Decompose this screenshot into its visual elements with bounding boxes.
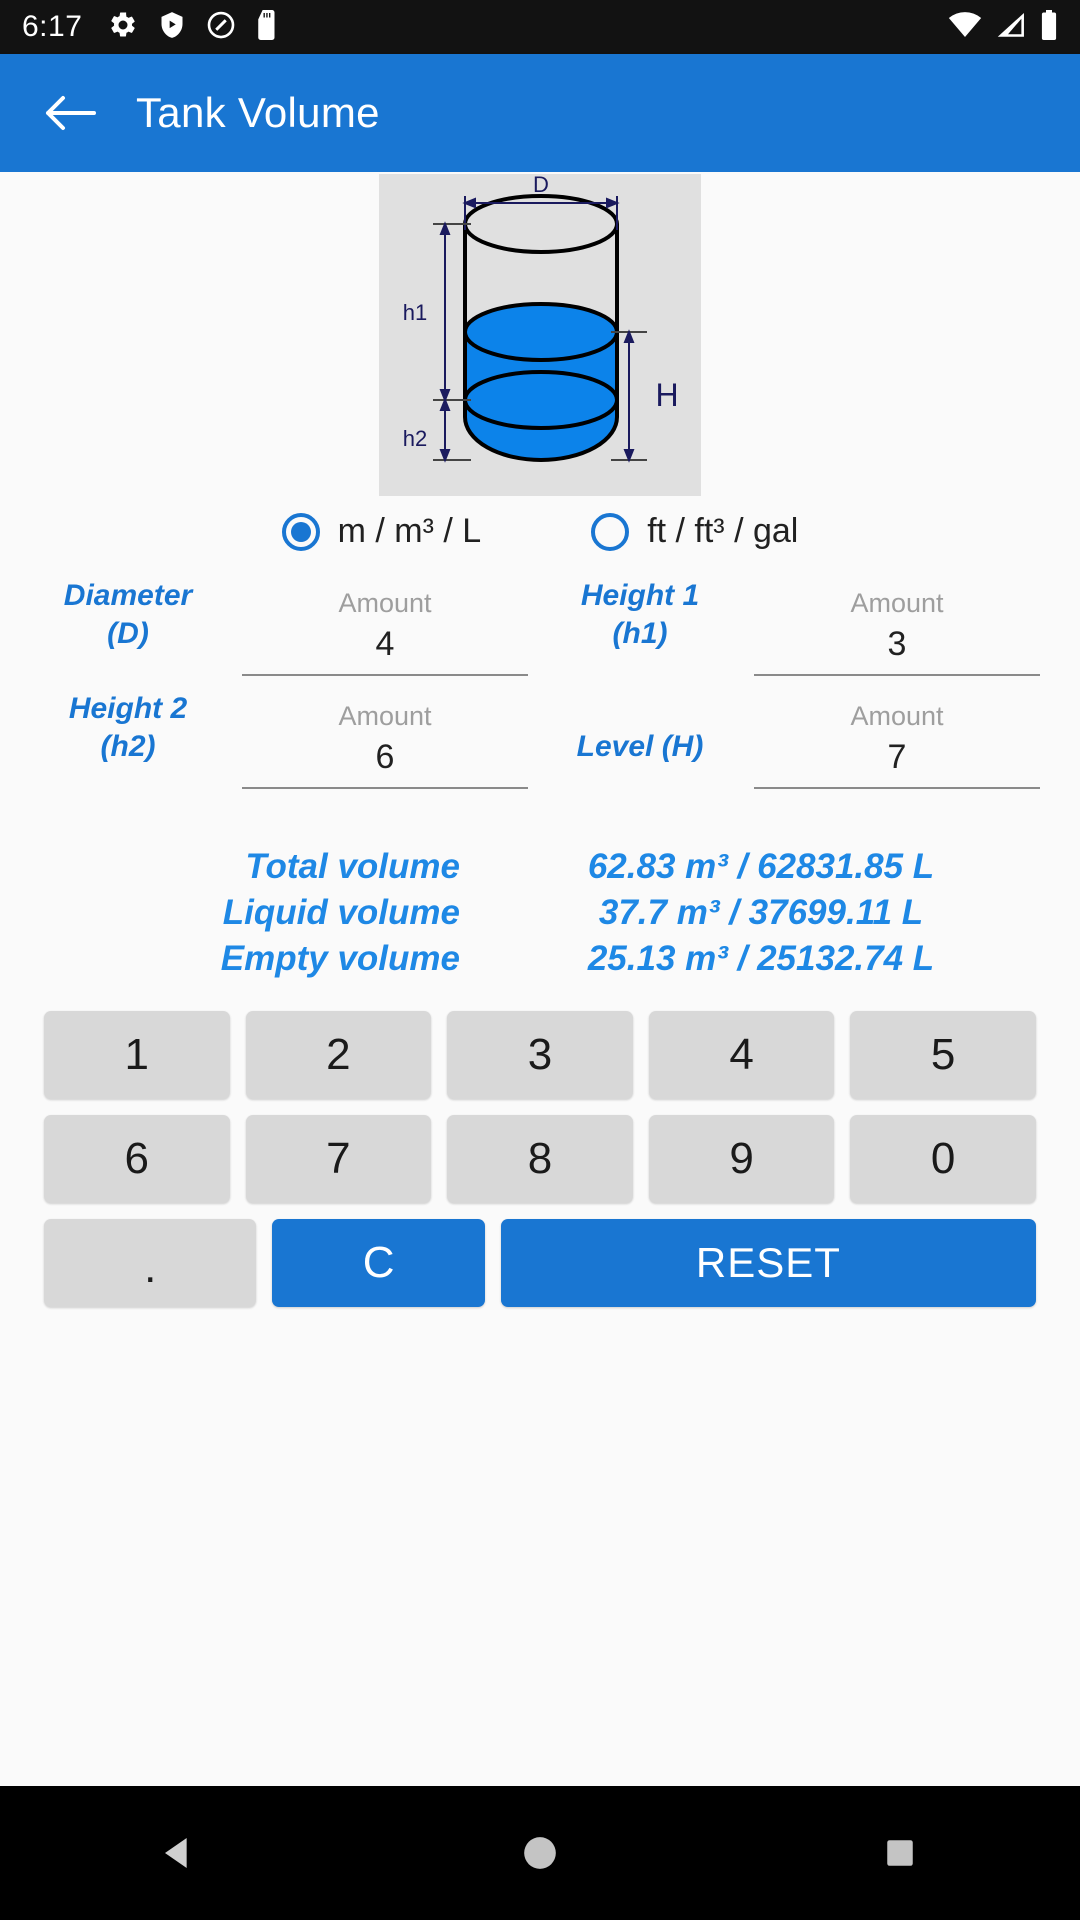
keypad-row-1: 1 2 3 4 5 bbox=[44, 1010, 1036, 1099]
field-diameter-placeholder: Amount bbox=[338, 587, 432, 618]
do-not-disturb-icon bbox=[206, 10, 236, 45]
field-level-value[interactable]: 7 bbox=[754, 732, 1040, 789]
field-diameter-label: Diameter (D) bbox=[28, 577, 228, 676]
field-diameter-input[interactable]: Amount 4 bbox=[242, 588, 528, 676]
field-height2-label-line2: (h2) bbox=[100, 730, 156, 764]
key-8[interactable]: 8 bbox=[447, 1114, 633, 1203]
key-6[interactable]: 6 bbox=[44, 1114, 230, 1203]
tank-diagram: D h1 h2 H bbox=[379, 174, 701, 496]
result-row-empty: Empty volume 25.13 m³ / 25132.74 L bbox=[40, 939, 1040, 979]
diagram-label-h2: h2 bbox=[403, 426, 427, 451]
battery-icon bbox=[1040, 9, 1058, 45]
reset-button[interactable]: RESET bbox=[500, 1218, 1036, 1307]
input-fields: Diameter (D) Amount 4 Height 1 (h1) Amou… bbox=[0, 577, 1080, 789]
sd-card-icon bbox=[256, 9, 278, 45]
keypad-row-3: . C RESET bbox=[44, 1218, 1036, 1307]
field-height2-value[interactable]: 6 bbox=[242, 732, 528, 789]
unit-radio-group: m / m³ / L ft / ft³ / gal bbox=[0, 512, 1080, 551]
diagram-label-h: H bbox=[655, 377, 678, 413]
field-diameter-value[interactable]: 4 bbox=[242, 619, 528, 676]
cellular-signal-icon bbox=[996, 10, 1026, 45]
field-height2-placeholder: Amount bbox=[338, 700, 432, 731]
result-label-liquid: Liquid volume bbox=[222, 892, 460, 932]
field-level-placeholder: Amount bbox=[850, 700, 944, 731]
nav-recents-icon[interactable] bbox=[850, 1803, 950, 1903]
app-root: 6:17 Tank Volume D h1 h2 H m / m³ / L ft… bbox=[0, 0, 1080, 1920]
field-height1-input[interactable]: Amount 3 bbox=[754, 588, 1040, 676]
page-title: Tank Volume bbox=[136, 89, 380, 136]
key-0[interactable]: 0 bbox=[850, 1114, 1036, 1203]
results-panel: Total volume 62.83 m³ / 62831.85 L Liqui… bbox=[0, 847, 1080, 979]
field-level: Level (H) Amount 7 bbox=[540, 701, 1052, 789]
gear-icon bbox=[108, 10, 138, 45]
field-height2-input[interactable]: Amount 6 bbox=[242, 701, 528, 789]
unit-option-imperial-label: ft / ft³ / gal bbox=[647, 512, 799, 550]
nav-back-icon[interactable] bbox=[130, 1803, 230, 1903]
result-value-total: 62.83 m³ / 62831.85 L bbox=[587, 846, 935, 886]
result-row-liquid: Liquid volume 37.7 m³ / 37699.11 L bbox=[40, 893, 1040, 933]
field-height2-label: Height 2 (h2) bbox=[28, 690, 228, 789]
input-row-1: Diameter (D) Amount 4 Height 1 (h1) Amou… bbox=[28, 577, 1052, 676]
field-height1-value[interactable]: 3 bbox=[754, 619, 1040, 676]
field-height1: Height 1 (h1) Amount 3 bbox=[540, 577, 1052, 676]
radio-icon-metric[interactable] bbox=[281, 512, 320, 551]
key-3[interactable]: 3 bbox=[447, 1010, 633, 1099]
main-content: D h1 h2 H m / m³ / L ft / ft³ / gal Diam… bbox=[0, 172, 1080, 1786]
field-level-label-line1: Level (H) bbox=[576, 730, 704, 764]
wifi-icon bbox=[948, 10, 982, 45]
key-9[interactable]: 9 bbox=[648, 1114, 835, 1203]
key-2[interactable]: 2 bbox=[245, 1010, 432, 1099]
back-arrow-icon[interactable] bbox=[38, 81, 102, 145]
field-height1-placeholder: Amount bbox=[850, 587, 944, 618]
diagram-label-d: D bbox=[533, 174, 549, 197]
field-diameter-label-line2: (D) bbox=[107, 617, 149, 651]
key-1[interactable]: 1 bbox=[44, 1010, 230, 1099]
key-4[interactable]: 4 bbox=[648, 1010, 835, 1099]
status-bar-notification-icons bbox=[108, 9, 278, 45]
app-bar: Tank Volume bbox=[0, 54, 1080, 172]
result-value-liquid: 37.7 m³ / 37699.11 L bbox=[598, 892, 924, 932]
tank-diagram-container: D h1 h2 H bbox=[0, 172, 1080, 496]
field-height1-label-line2: (h1) bbox=[612, 617, 668, 651]
keypad-row-2: 6 7 8 9 0 bbox=[44, 1114, 1036, 1203]
diagram-label-h1: h1 bbox=[403, 300, 427, 325]
input-row-2: Height 2 (h2) Amount 6 Level (H) Amount … bbox=[28, 690, 1052, 789]
result-row-total: Total volume 62.83 m³ / 62831.85 L bbox=[40, 847, 1040, 887]
status-bar: 6:17 bbox=[0, 0, 1080, 54]
field-height2-label-line1: Height 2 bbox=[68, 691, 188, 725]
status-bar-clock: 6:17 bbox=[22, 10, 83, 43]
unit-option-imperial[interactable]: ft / ft³ / gal bbox=[591, 512, 798, 551]
field-level-label: Level (H) bbox=[540, 728, 740, 788]
field-level-input[interactable]: Amount 7 bbox=[754, 701, 1040, 789]
unit-option-metric-label: m / m³ / L bbox=[337, 512, 482, 550]
field-diameter-label-line1: Diameter bbox=[63, 579, 193, 612]
field-diameter: Diameter (D) Amount 4 bbox=[28, 577, 540, 676]
nav-home-icon[interactable] bbox=[490, 1803, 590, 1903]
shield-play-icon bbox=[158, 10, 186, 45]
key-5[interactable]: 5 bbox=[850, 1010, 1036, 1099]
clear-button[interactable]: C bbox=[272, 1218, 485, 1307]
field-height2: Height 2 (h2) Amount 6 bbox=[28, 690, 540, 789]
key-decimal-point[interactable]: . bbox=[44, 1218, 257, 1307]
field-height1-label: Height 1 (h1) bbox=[540, 577, 740, 676]
system-navigation-bar bbox=[0, 1786, 1080, 1920]
field-height1-label-line1: Height 1 bbox=[580, 579, 700, 612]
key-7[interactable]: 7 bbox=[245, 1114, 432, 1203]
result-label-empty: Empty volume bbox=[220, 938, 460, 978]
numeric-keypad: 1 2 3 4 5 6 7 8 9 0 . C RESET bbox=[0, 1010, 1080, 1307]
unit-option-metric[interactable]: m / m³ / L bbox=[281, 512, 482, 551]
status-bar-system-icons bbox=[948, 9, 1058, 45]
result-label-total: Total volume bbox=[245, 846, 460, 886]
result-value-empty: 25.13 m³ / 25132.74 L bbox=[587, 938, 935, 978]
radio-icon-imperial[interactable] bbox=[591, 512, 630, 551]
